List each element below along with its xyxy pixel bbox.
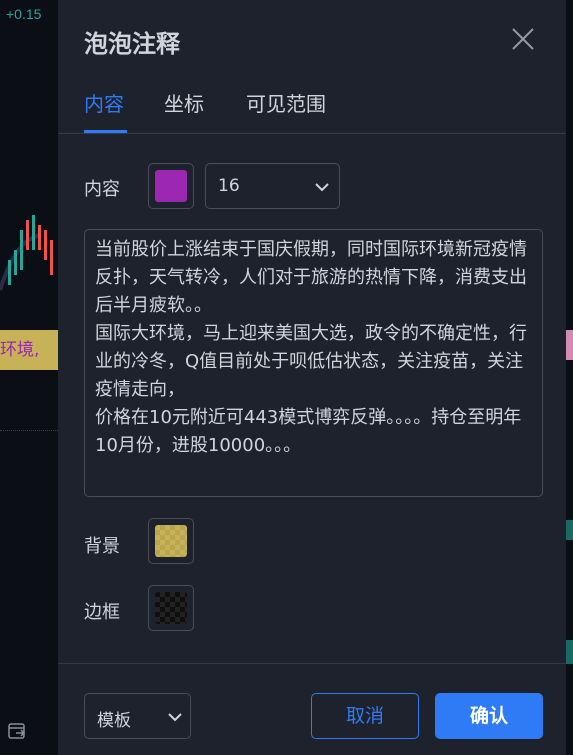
text-color-picker[interactable] xyxy=(148,163,194,209)
background-bubble-annotation: 环境, xyxy=(0,330,58,370)
font-size-select[interactable]: 16 xyxy=(205,163,340,209)
tab-divider xyxy=(58,133,566,134)
border-color-swatch xyxy=(155,592,187,624)
background-label: 背景 xyxy=(84,536,120,557)
background-right-marker xyxy=(566,640,573,664)
bubble-annotation-dialog: 泡泡注释 内容 坐标 可见范围 内容 16 当前股价上涨结束于国庆假期，同时国际… xyxy=(58,0,566,755)
confirm-button[interactable]: 确认 xyxy=(435,693,543,739)
content-label: 内容 xyxy=(84,179,120,200)
background-right-marker xyxy=(566,520,573,540)
chevron-down-icon xyxy=(315,183,329,192)
background-candles xyxy=(0,215,53,291)
text-color-swatch xyxy=(155,170,187,202)
tab-content[interactable]: 内容 xyxy=(84,88,124,117)
template-label: 模板 xyxy=(97,711,131,731)
price-change-label: +0.15 xyxy=(6,6,42,22)
border-label: 边框 xyxy=(84,602,120,623)
chart-stage: +0.15 环境, 泡泡注释 内容 坐标 可见范围 内容 16 当前股价上涨结束… xyxy=(0,0,573,755)
background-color-picker[interactable] xyxy=(148,518,194,564)
annotation-text-area[interactable]: 当前股价上涨结束于国庆假期，同时国际环境新冠疫情反扑，天气转冷，人们对于旅游的热… xyxy=(84,229,543,497)
border-color-picker[interactable] xyxy=(148,585,194,631)
calendar-goto-icon[interactable] xyxy=(6,720,28,742)
tab-visibility[interactable]: 可见范围 xyxy=(246,88,326,117)
background-dotted-line xyxy=(0,430,58,431)
background-color-swatch xyxy=(155,525,187,557)
cancel-button[interactable]: 取消 xyxy=(311,693,419,739)
chevron-down-icon xyxy=(168,713,182,722)
footer-divider xyxy=(58,663,566,664)
tab-coordinates[interactable]: 坐标 xyxy=(164,88,204,117)
template-select[interactable]: 模板 xyxy=(84,693,191,739)
dialog-title: 泡泡注释 xyxy=(84,30,180,58)
close-icon[interactable] xyxy=(510,26,536,52)
background-right-marker xyxy=(566,330,573,360)
font-size-value: 16 xyxy=(218,176,240,196)
